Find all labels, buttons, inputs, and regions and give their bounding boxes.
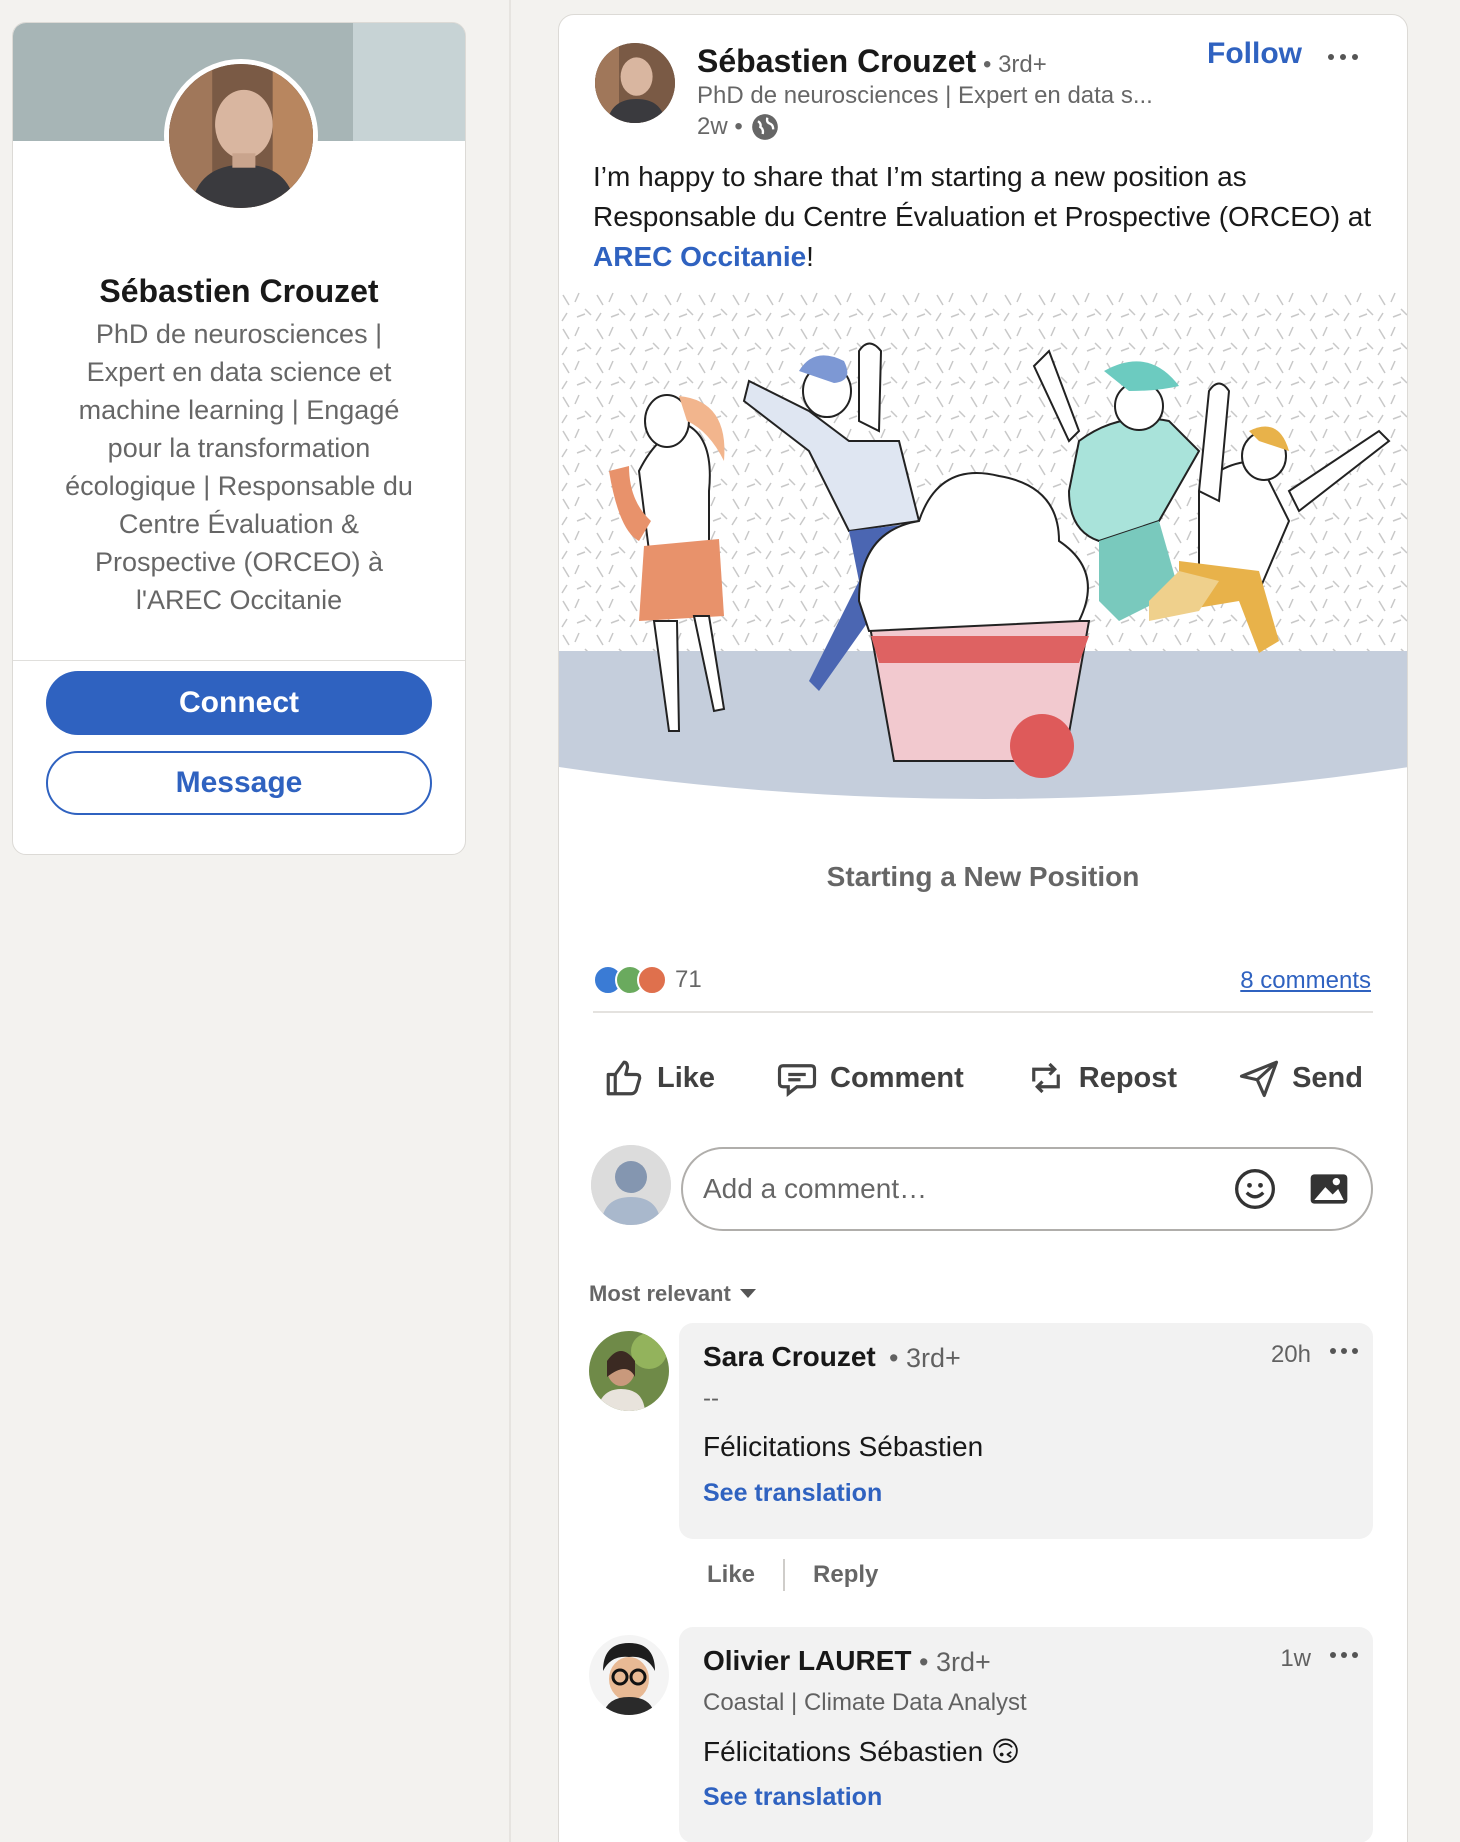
comment-icon bbox=[777, 1064, 817, 1098]
caret-down-icon bbox=[739, 1289, 756, 1298]
comment-reply-button[interactable]: Reply bbox=[813, 1561, 878, 1589]
reaction-count: 71 bbox=[675, 966, 702, 993]
sort-label: Most relevant bbox=[589, 1281, 731, 1306]
cover-decoration bbox=[353, 23, 465, 141]
comment-sort-dropdown[interactable]: Most relevant bbox=[589, 1281, 757, 1307]
comment-item: Sara Crouzet • 3rd+ 20h -- Félicitations… bbox=[589, 1323, 1373, 1591]
post-text-body: I’m happy to share that I’m starting a n… bbox=[593, 161, 1372, 232]
see-translation-link[interactable]: See translation bbox=[703, 1479, 882, 1508]
reaction-summary[interactable]: 71 bbox=[593, 965, 702, 995]
author-headline: PhD de neurosciences | Expert en data s.… bbox=[697, 82, 1153, 109]
comment-like-button[interactable]: Like bbox=[707, 1561, 755, 1589]
column-divider bbox=[509, 0, 511, 1842]
repost-icon bbox=[1031, 1062, 1060, 1094]
post-action-bar: Like Comment Repost Send bbox=[593, 1043, 1373, 1113]
commenter-avatar[interactable] bbox=[589, 1635, 669, 1715]
profile-name[interactable]: Sébastien Crouzet bbox=[13, 273, 465, 310]
globe-icon bbox=[751, 114, 778, 140]
send-label: Send bbox=[1292, 1061, 1363, 1094]
commenter-name[interactable]: Olivier LAURET bbox=[703, 1645, 911, 1677]
post-text-end: ! bbox=[806, 241, 814, 272]
see-translation-link[interactable]: See translation bbox=[703, 1783, 882, 1812]
emoji-icon[interactable] bbox=[1233, 1167, 1277, 1211]
more-icon[interactable] bbox=[1327, 1341, 1361, 1361]
send-icon bbox=[1239, 1060, 1279, 1098]
comment-actions: Like Reply bbox=[707, 1559, 878, 1591]
profile-avatar[interactable] bbox=[164, 59, 318, 213]
comment-text: Félicitations Sébastien 🙃 bbox=[703, 1736, 1021, 1767]
post-illustration[interactable] bbox=[559, 291, 1407, 829]
company-link[interactable]: AREC Occitanie bbox=[593, 241, 806, 272]
comment-time: 1w bbox=[1280, 1645, 1311, 1672]
current-user-avatar bbox=[591, 1145, 671, 1225]
like-icon bbox=[606, 1060, 642, 1096]
message-button[interactable]: Message bbox=[46, 751, 432, 815]
like-label: Like bbox=[657, 1061, 716, 1094]
divider bbox=[13, 660, 465, 661]
post-age: 2w • bbox=[697, 113, 743, 140]
comment-button[interactable]: Comment bbox=[766, 1057, 974, 1099]
connection-degree: • 3rd+ bbox=[983, 51, 1047, 78]
separator bbox=[783, 1559, 786, 1591]
comment-time: 20h bbox=[1270, 1341, 1311, 1368]
commenter-avatar[interactable] bbox=[589, 1331, 669, 1411]
comment-bubble: Sara Crouzet • 3rd+ 20h -- Félicitations… bbox=[679, 1323, 1373, 1539]
post-card: Sébastien Crouzet • 3rd+ PhD de neurosci… bbox=[558, 14, 1408, 1842]
comment-input[interactable] bbox=[703, 1173, 1203, 1205]
comment-item: Olivier LAURET • 3rd+ 1w Coastal | Clima… bbox=[589, 1627, 1373, 1842]
commenter-headline: -- bbox=[703, 1385, 719, 1412]
commenter-name[interactable]: Sara Crouzet bbox=[703, 1341, 876, 1373]
like-button[interactable]: Like bbox=[593, 1057, 725, 1099]
repost-label: Repost bbox=[1078, 1061, 1178, 1094]
comment-text: Félicitations Sébastien bbox=[703, 1431, 984, 1462]
connection-degree: • 3rd+ bbox=[889, 1343, 961, 1373]
comments-count-link[interactable]: 8 comments bbox=[1240, 967, 1371, 995]
post-meta: 2w • bbox=[697, 113, 779, 141]
profile-headline: PhD de neurosciences | Expert en data sc… bbox=[65, 319, 413, 615]
more-icon[interactable] bbox=[1327, 1645, 1361, 1665]
image-icon[interactable] bbox=[1307, 1167, 1351, 1211]
commenter-headline: Coastal | Climate Data Analyst bbox=[703, 1689, 1027, 1716]
illustration-caption: Starting a New Position bbox=[826, 861, 1140, 892]
send-button[interactable]: Send bbox=[1228, 1057, 1373, 1099]
more-icon[interactable] bbox=[1323, 45, 1363, 69]
connect-button[interactable]: Connect bbox=[46, 671, 432, 735]
love-reaction-icon bbox=[637, 965, 667, 995]
comment-label: Comment bbox=[830, 1061, 964, 1094]
post-text: I’m happy to share that I’m starting a n… bbox=[593, 157, 1377, 277]
profile-card: Sébastien Crouzet PhD de neurosciences |… bbox=[12, 22, 466, 855]
divider bbox=[593, 1011, 1373, 1013]
follow-button[interactable]: Follow bbox=[1207, 37, 1302, 71]
comment-bubble: Olivier LAURET • 3rd+ 1w Coastal | Clima… bbox=[679, 1627, 1373, 1842]
connection-degree: • 3rd+ bbox=[919, 1647, 991, 1677]
comment-input-box[interactable] bbox=[681, 1147, 1373, 1231]
repost-button[interactable]: Repost bbox=[1015, 1057, 1187, 1099]
author-name[interactable]: Sébastien Crouzet bbox=[697, 43, 976, 80]
author-avatar[interactable] bbox=[595, 43, 675, 123]
